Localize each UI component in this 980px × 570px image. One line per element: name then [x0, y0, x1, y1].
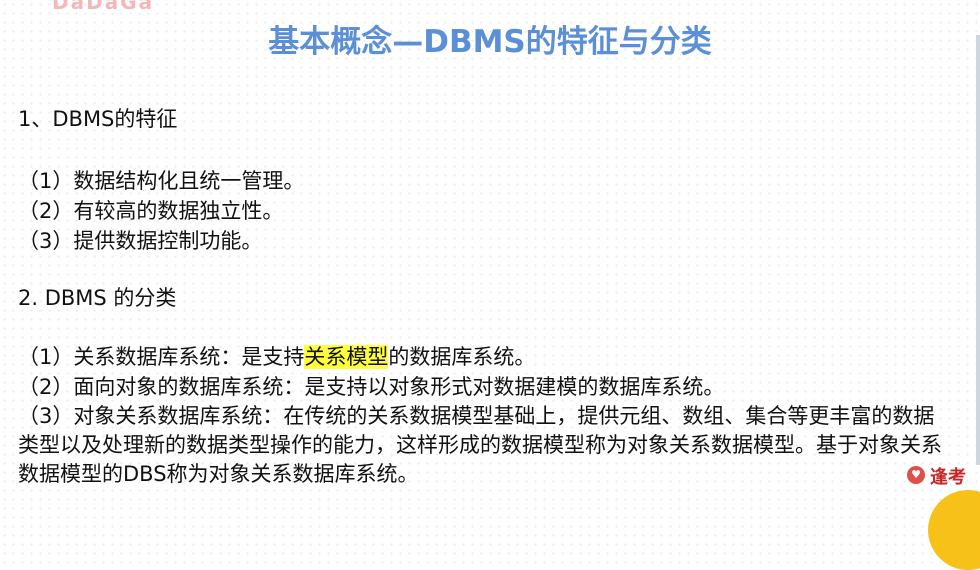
brand-logo: 逢考 — [930, 467, 966, 488]
section2-heading: 2. DBMS 的分类 — [18, 286, 177, 310]
feature-item-1: （1）数据结构化且统一管理。 — [18, 169, 305, 193]
class-item-2: （2）面向对象的数据库系统：是支持以对象形式对数据建模的数据库系统。 — [18, 375, 725, 399]
feature-item-3: （3）提供数据控制功能。 — [18, 229, 263, 253]
feature-item-2: （2）有较高的数据独立性。 — [18, 199, 284, 223]
scrollbar[interactable] — [976, 35, 980, 465]
slide-title: 基本概念—DBMS的特征与分类 — [268, 24, 712, 60]
class-item-1-post: 的数据库系统。 — [388, 345, 536, 369]
section1-heading: 1、DBMS的特征 — [18, 107, 178, 131]
highlighted-term: 关系模型 — [304, 345, 389, 369]
class-item-1: （1）关系数据库系统：是支持关系模型的数据库系统。 — [18, 344, 535, 370]
class-item-1-pre: （1）关系数据库系统：是支持 — [18, 345, 305, 369]
avatar-corner — [928, 490, 980, 570]
heart-icon: ♥ — [907, 466, 925, 484]
class-item-3: （3）对象关系数据库系统：在传统的关系数据模型基础上，提供元组、数组、集合等更丰… — [18, 404, 942, 486]
watermark-logo: DaDaGa — [52, 0, 155, 14]
